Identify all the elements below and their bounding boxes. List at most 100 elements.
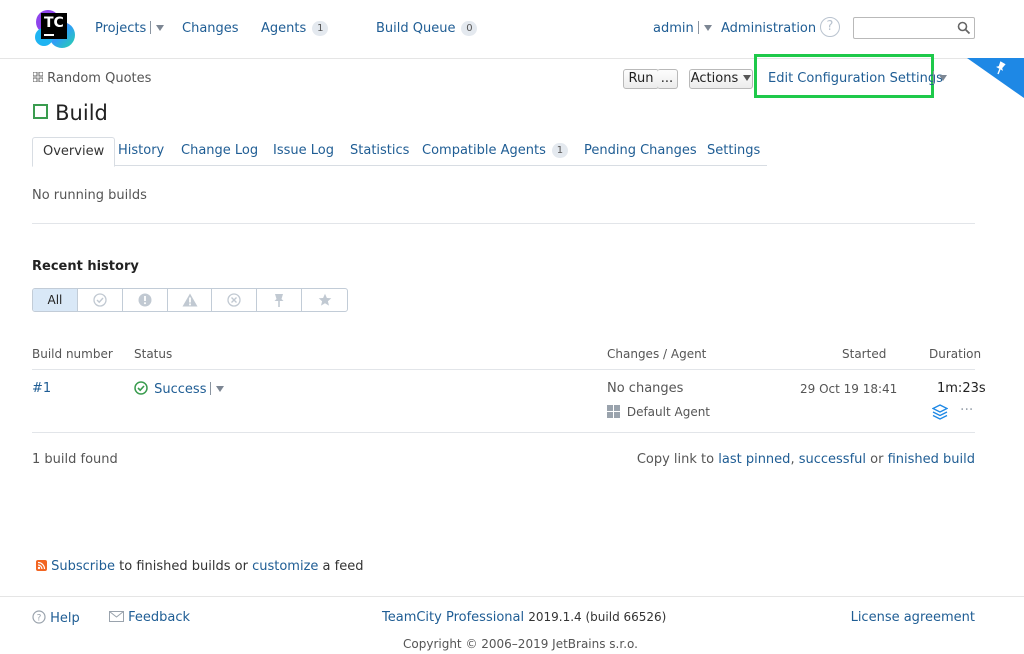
corner-ribbon[interactable] [967,58,1024,98]
nav-changes[interactable]: Changes [182,21,239,36]
top-navigation: TC Projects Changes Agents 1 Build Queue 0… [0,0,1024,59]
breadcrumb-project[interactable]: Random Quotes [47,71,151,86]
run-custom-button[interactable]: ... [657,69,678,89]
history-filter-bar: All [32,288,348,312]
filter-all-button[interactable]: All [33,289,78,311]
nav-administration[interactable]: Administration [721,21,816,36]
tab-pending-changes[interactable]: Pending Changes [584,137,697,165]
compatible-agents-badge: 1 [551,143,568,158]
recent-history-title: Recent history [32,259,139,274]
separator [697,21,699,34]
column-changes-agent: Changes / Agent [607,347,707,361]
builds-found-count: 1 build found [32,452,118,467]
build-duration: 1m:23s [937,381,986,396]
nav-projects[interactable]: Projects [95,21,165,36]
actions-dropdown-icon [743,75,752,81]
customize-link[interactable]: customize [252,559,318,574]
logo-text: TC [44,15,64,31]
column-started: Started [842,347,887,361]
build-agent-name: Default Agent [626,405,711,419]
tab-statistics[interactable]: Statistics [350,137,409,165]
filter-pinned-button[interactable] [257,289,303,311]
help-circle-icon: ? [32,610,46,624]
tab-change-log[interactable]: Change Log [181,137,258,165]
run-button[interactable]: Run [623,69,659,89]
page-title: Build [33,101,108,125]
filter-failed-button[interactable] [123,289,168,311]
running-builds-status: No running builds [32,188,147,203]
tab-history[interactable]: History [118,137,164,165]
build-number-link[interactable]: #1 [32,381,51,396]
search-input[interactable] [853,17,975,39]
build-status[interactable]: Success [134,381,225,397]
build-started: 29 Oct 19 18:41 [800,382,898,396]
build-agent[interactable]: Default Agent [607,405,710,419]
search-icon[interactable] [957,21,971,35]
tab-compatible-agents[interactable]: Compatible Agents 1 [422,137,568,165]
breadcrumb[interactable]: Random Quotes [32,71,151,86]
edit-configuration-settings-link[interactable]: Edit Configuration Settings [768,71,943,86]
user-name: admin [653,21,694,36]
agents-count-badge: 1 [312,21,329,36]
feed-line: Subscribe to finished builds or customiz… [36,559,363,574]
license-agreement-link[interactable]: License agreement [851,610,975,625]
filter-starred-button[interactable] [302,289,347,311]
successful-link[interactable]: successful [799,452,866,467]
success-filter-icon [93,293,107,307]
copy-link-prefix: Copy link to [636,452,715,467]
starred-filter-icon [318,293,331,306]
product-link[interactable]: TeamCity Professional [382,610,524,625]
actions-button[interactable]: Actions [689,69,753,89]
copyright-text: Copyright © 2006–2019 JetBrains s.r.o. [403,637,638,651]
filter-warning-button[interactable] [168,289,213,311]
tab-bar: Overview History Change Log Issue Log St… [32,137,767,167]
footer-feedback[interactable]: Feedback [109,610,190,625]
footer-feedback-label: Feedback [128,610,191,625]
separator [150,21,152,34]
pin-icon [996,61,1006,75]
comma: , [790,452,795,467]
nav-build-queue-label: Build Queue [376,21,456,36]
column-status: Status [134,347,173,361]
status-dropdown-icon[interactable] [216,386,225,392]
tab-issue-log[interactable]: Issue Log [273,137,334,165]
nav-build-queue[interactable]: Build Queue 0 [376,21,478,36]
table-footer-divider [32,432,975,433]
success-check-icon [134,381,148,395]
envelope-icon [109,611,124,622]
last-pinned-link[interactable]: last pinned [718,452,790,467]
filter-success-button[interactable] [78,289,123,311]
divider [32,223,975,224]
actions-label: Actions [690,71,739,86]
rss-icon [36,560,47,571]
user-menu[interactable]: admin [653,21,712,36]
finished-build-link[interactable]: finished build [888,452,975,467]
build-status-text[interactable]: Success [154,382,206,397]
column-build-number: Build number [32,347,113,361]
windows-icon [607,405,620,418]
filter-cancelled-button[interactable] [212,289,258,311]
subscribe-link[interactable]: Subscribe [51,559,115,574]
nav-agents[interactable]: Agents 1 [261,21,329,36]
pinned-filter-icon [274,294,284,307]
tab-overview[interactable]: Overview [32,137,116,167]
build-status-square-icon [33,104,48,119]
more-options-icon[interactable]: ··· [960,402,973,418]
build-changes[interactable]: No changes [607,381,683,396]
tab-settings[interactable]: Settings [707,137,760,165]
teamcity-logo[interactable]: TC [34,7,76,49]
edit-settings-dropdown[interactable] [929,71,947,86]
projects-dropdown-icon[interactable] [156,25,165,31]
help-icon[interactable]: ? [820,17,840,37]
table-header-divider [32,369,975,370]
footer-divider [0,596,1024,597]
search-field[interactable] [858,19,958,39]
separator [210,382,212,395]
feed-suffix-text: a feed [322,559,364,574]
artifacts-layers-icon[interactable] [932,404,948,420]
or-text: or [870,452,884,467]
user-dropdown-icon[interactable] [703,25,712,31]
project-grid-icon [32,71,44,83]
footer-help[interactable]: ? Help [32,610,80,626]
footer-help-label: Help [50,611,80,626]
